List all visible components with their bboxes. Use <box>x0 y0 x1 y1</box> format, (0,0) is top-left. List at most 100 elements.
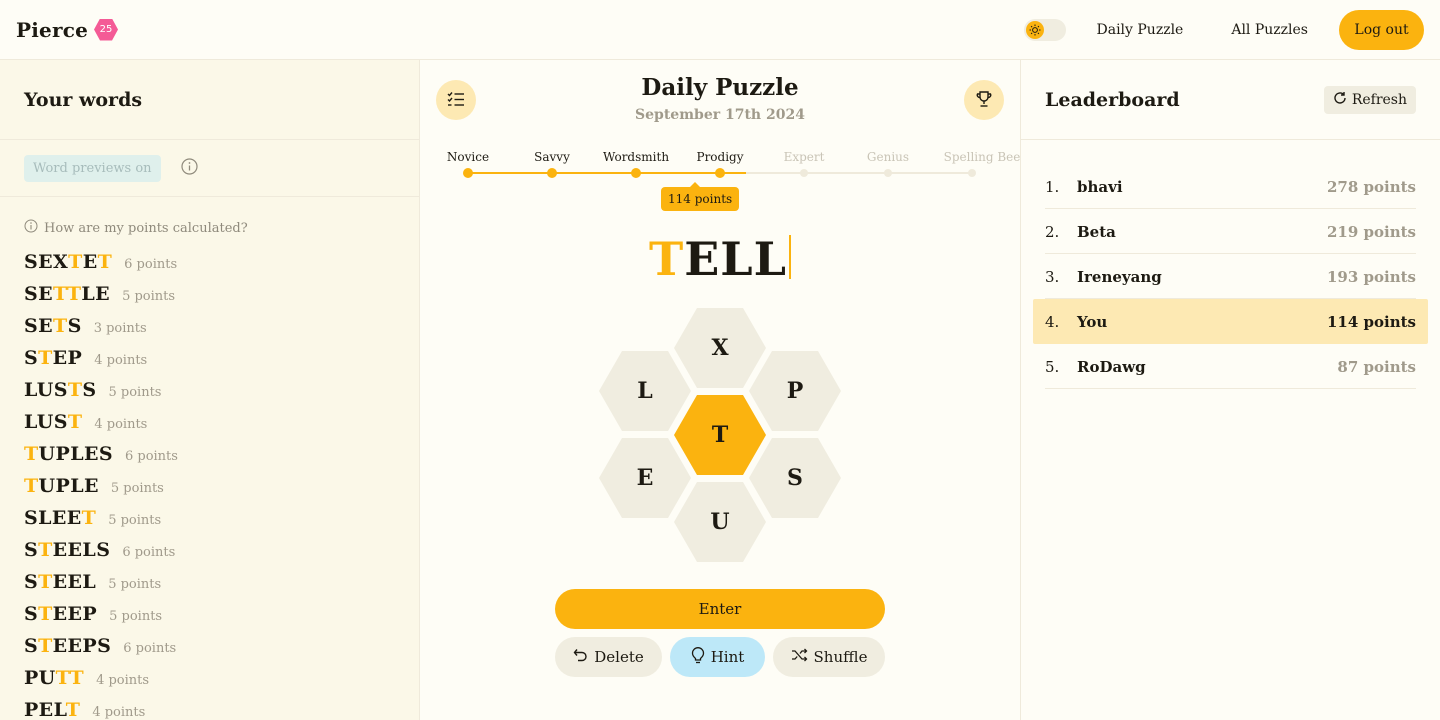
rank-dot <box>800 169 808 177</box>
brand[interactable]: Pierce 25 <box>16 18 119 42</box>
trophy-button[interactable] <box>964 80 1004 120</box>
word-item[interactable]: SETS 3 points <box>24 315 419 347</box>
top-header: Pierce 25 Daily Puzzle All Puzzles Log o… <box>0 0 1440 60</box>
leaderboard-title: Leaderboard <box>1045 88 1180 111</box>
word-letters: S <box>24 603 39 625</box>
word-center-letter: T <box>67 411 83 433</box>
undo-icon <box>573 648 588 666</box>
refresh-button[interactable]: Refresh <box>1323 85 1416 114</box>
leaderboard-rank: 1. <box>1045 177 1060 196</box>
info-small-icon <box>24 219 38 237</box>
leaderboard-header: Leaderboard Refresh <box>1021 60 1440 140</box>
word-center-letter: T <box>67 379 83 401</box>
word-item[interactable]: LUST 4 points <box>24 411 419 443</box>
word-item[interactable]: LUSTS 5 points <box>24 379 419 411</box>
rank-label: Spelling Bee <box>943 150 1021 164</box>
leaderboard-points: 87 points <box>1337 357 1416 376</box>
word-letters: E <box>82 251 98 273</box>
leaderboard-panel: Leaderboard Refresh 1. bhavi 278 points 2. B… <box>1020 60 1440 720</box>
info-icon[interactable] <box>180 157 198 179</box>
word-item[interactable]: STEP 4 points <box>24 347 419 379</box>
word-letters: SE <box>24 315 54 337</box>
word-letters: S <box>24 571 39 593</box>
rank-label: Wordsmith <box>602 150 670 164</box>
logout-button[interactable]: Log out <box>1339 9 1424 50</box>
refresh-label: Refresh <box>1351 91 1407 108</box>
word-item[interactable]: SLEET 5 points <box>24 507 419 539</box>
word-letters: LUS <box>24 379 68 401</box>
word-center-letter: T <box>24 475 39 497</box>
word-text: LUST <box>24 411 82 433</box>
hex-lower-left[interactable]: E <box>599 438 691 518</box>
hex-upper-right[interactable]: P <box>749 351 841 431</box>
nav-daily-puzzle[interactable]: Daily Puzzle <box>1097 22 1184 38</box>
points-help-text: How are my points calculated? <box>44 220 248 236</box>
word-item[interactable]: SETTLE 5 points <box>24 283 419 315</box>
leaderboard-rank: 2. <box>1045 222 1060 241</box>
progress-fill <box>468 172 746 174</box>
points-help-link[interactable]: How are my points calculated? <box>0 197 419 237</box>
word-points: 4 points <box>94 353 148 368</box>
leaderboard-name: Beta <box>1077 222 1116 241</box>
word-points: 5 points <box>109 609 163 624</box>
nav-all-puzzles[interactable]: All Puzzles <box>1231 22 1308 38</box>
word-item[interactable]: STEELS 6 points <box>24 539 419 571</box>
word-letters: EEL <box>52 571 97 593</box>
shuffle-button[interactable]: Shuffle <box>773 637 885 677</box>
word-points: 5 points <box>110 481 164 496</box>
theme-toggle[interactable] <box>1023 18 1066 41</box>
leaderboard-row: 3. Ireneyang 193 points <box>1033 254 1428 299</box>
word-letters: LE <box>81 283 111 305</box>
word-points: 6 points <box>124 449 178 464</box>
word-text: STEEP <box>24 603 97 625</box>
word-item[interactable]: STEEP 5 points <box>24 603 419 635</box>
word-item[interactable]: PUTT 4 points <box>24 667 419 699</box>
hex-lower-right[interactable]: S <box>749 438 841 518</box>
rank-dot <box>968 169 976 177</box>
word-letters: EP <box>52 347 83 369</box>
word-center-letter: T <box>81 507 97 529</box>
word-item[interactable]: STEEPS 6 points <box>24 635 419 667</box>
word-item[interactable]: STEEL 5 points <box>24 571 419 603</box>
word-item[interactable]: SEXTET 6 points <box>24 251 419 283</box>
word-center-letter: T <box>38 539 53 561</box>
word-text: PUTT <box>24 667 84 689</box>
rank-label: Savvy <box>534 150 570 164</box>
rank-dot <box>547 168 557 178</box>
word-points: 6 points <box>124 257 178 272</box>
word-item[interactable]: TUPLES 6 points <box>24 443 419 475</box>
shuffle-icon <box>791 648 808 666</box>
word-letters: PU <box>24 667 56 689</box>
hint-button[interactable]: Hint <box>670 637 765 677</box>
word-center-letter: T <box>97 251 113 273</box>
word-item[interactable]: PELT 4 points <box>24 699 419 720</box>
word-previews-toggle[interactable]: Word previews on <box>24 154 161 182</box>
sun-icon <box>1025 20 1044 39</box>
current-word-rest: ELL <box>684 232 787 286</box>
word-center-letter: TT <box>53 283 82 305</box>
word-points: 4 points <box>96 673 150 688</box>
word-letters: SEX <box>24 251 69 273</box>
word-letters: LUS <box>24 411 68 433</box>
leaderboard-rank: 4. <box>1045 312 1060 331</box>
hex-center[interactable]: T <box>674 395 766 475</box>
delete-button[interactable]: Delete <box>555 637 662 677</box>
leaderboard-points: 114 points <box>1326 312 1416 331</box>
leaderboard-rank: 3. <box>1045 267 1060 286</box>
hex-bottom[interactable]: U <box>674 482 766 562</box>
enter-button[interactable]: Enter <box>555 589 885 629</box>
word-points: 5 points <box>108 577 162 592</box>
word-letters: UPLE <box>38 475 99 497</box>
hex-upper-left[interactable]: L <box>599 351 691 431</box>
leaderboard-row: 2. Beta 219 points <box>1033 209 1428 254</box>
word-center-letter: T <box>38 635 53 657</box>
rank-dot <box>715 168 725 178</box>
word-center-letter: T <box>24 443 39 465</box>
hex-top[interactable]: X <box>674 308 766 388</box>
word-letters: S <box>24 539 39 561</box>
word-item[interactable]: TUPLE 5 points <box>24 475 419 507</box>
word-letters: S <box>82 379 97 401</box>
word-letters: EEPS <box>52 635 112 657</box>
rank-label: Novice <box>446 150 490 164</box>
leaderboard-row: 4. You 114 points <box>1033 299 1428 344</box>
